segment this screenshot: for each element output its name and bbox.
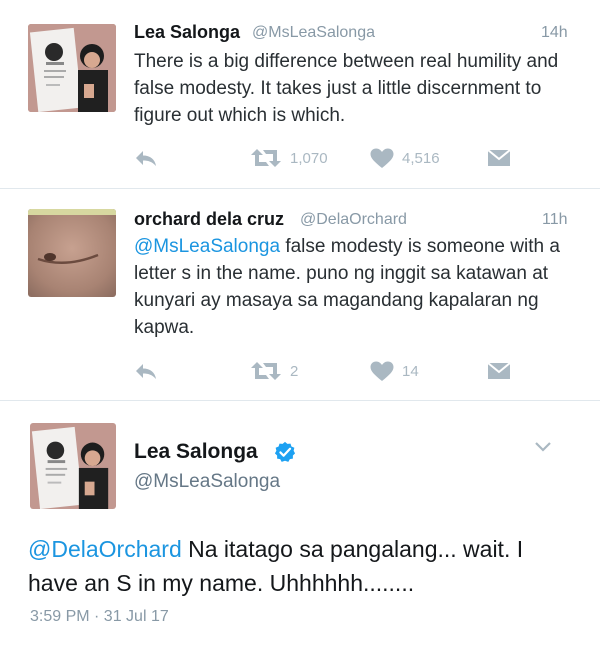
tweet-1[interactable]: Lea Salonga @MsLeaSalonga 14h There is a… bbox=[0, 0, 600, 188]
retweet-count: 1,070 bbox=[290, 149, 328, 167]
like-count: 4,516 bbox=[402, 150, 440, 167]
retweet-count: 2 bbox=[290, 362, 299, 380]
reply-button[interactable] bbox=[134, 361, 158, 381]
mention-link[interactable]: @MsLeaSalonga bbox=[134, 236, 280, 257]
author-handle[interactable]: @DelaOrchard bbox=[300, 211, 407, 229]
retweet-icon bbox=[251, 149, 281, 167]
author-handle[interactable]: @MsLeaSalonga bbox=[134, 471, 280, 493]
avatar[interactable] bbox=[28, 24, 116, 112]
author-name[interactable]: Lea Salonga bbox=[134, 440, 258, 464]
direct-message-button[interactable] bbox=[487, 362, 511, 380]
main-tweet: Lea Salonga @MsLeaSalonga @DelaOrchard N… bbox=[0, 401, 600, 655]
heart-icon bbox=[370, 148, 394, 168]
tweet-text: @MsLeaSalonga false modesty is someone w… bbox=[134, 233, 579, 341]
mention-link[interactable]: @DelaOrchard bbox=[28, 536, 182, 562]
tweet-2[interactable]: orchard dela cruz @DelaOrchard 11h @MsLe… bbox=[0, 189, 600, 400]
retweet-icon bbox=[251, 362, 281, 380]
author-handle[interactable]: @MsLeaSalonga bbox=[252, 24, 375, 42]
direct-message-icon bbox=[487, 362, 511, 379]
reply-icon bbox=[136, 364, 156, 379]
author-name[interactable]: Lea Salonga bbox=[134, 22, 240, 43]
retweet-button[interactable]: 2 bbox=[250, 360, 298, 382]
tweet-timestamp[interactable]: 3:59 PM · 31 Jul 17 bbox=[30, 608, 169, 626]
chevron-down-icon[interactable] bbox=[534, 441, 552, 453]
reply-icon bbox=[136, 151, 156, 166]
reply-button[interactable] bbox=[134, 148, 158, 168]
direct-message-icon bbox=[487, 149, 511, 166]
tweet-text: @DelaOrchard Na itatago sa pangalang... … bbox=[28, 532, 578, 600]
like-button[interactable]: 4,516 bbox=[370, 148, 440, 169]
tweet-text: There is a big difference between real h… bbox=[134, 51, 559, 126]
avatar[interactable] bbox=[28, 209, 116, 297]
author-name[interactable]: orchard dela cruz bbox=[134, 209, 284, 230]
like-count: 14 bbox=[402, 363, 419, 380]
verified-icon bbox=[274, 441, 296, 462]
retweet-button[interactable]: 1,070 bbox=[250, 147, 328, 169]
heart-icon bbox=[370, 361, 394, 381]
avatar[interactable] bbox=[30, 423, 116, 509]
tweet-time[interactable]: 14h bbox=[541, 24, 568, 42]
like-button[interactable]: 14 bbox=[370, 361, 419, 382]
direct-message-button[interactable] bbox=[487, 149, 511, 167]
tweet-time[interactable]: 11h bbox=[542, 211, 568, 229]
